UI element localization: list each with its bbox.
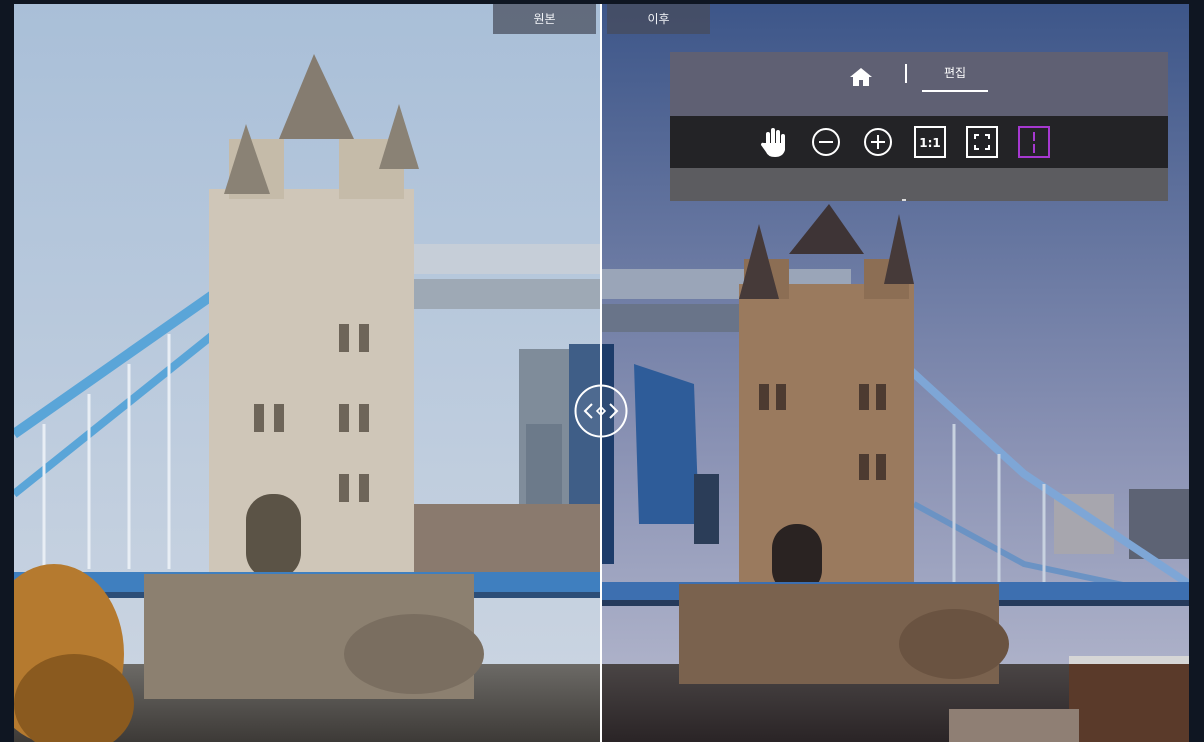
split-view-button[interactable] xyxy=(1017,125,1051,159)
after-label: 이후 xyxy=(607,4,710,34)
tab-edit[interactable]: 편집 xyxy=(922,62,988,92)
nav-divider xyxy=(905,64,907,83)
zoom-in-button[interactable] xyxy=(861,125,895,159)
actual-size-button[interactable]: 1:1 xyxy=(913,125,947,159)
one-to-one-icon: 1:1 xyxy=(914,126,946,158)
panel-footer xyxy=(670,168,1168,201)
tab-active-indicator xyxy=(922,90,988,92)
home-icon xyxy=(850,68,872,86)
original-label: 원본 xyxy=(493,4,596,34)
actual-size-text: 1:1 xyxy=(919,136,941,150)
fit-to-screen-button[interactable] xyxy=(965,125,999,159)
view-toolbar: 1:1 xyxy=(670,116,1168,168)
home-button[interactable] xyxy=(848,66,874,88)
tab-edit-label: 편집 xyxy=(943,66,967,80)
split-view-icon xyxy=(1018,126,1050,158)
plus-circle-icon xyxy=(864,128,892,156)
split-handle-arrows-icon xyxy=(574,384,628,438)
split-handle[interactable] xyxy=(573,383,629,439)
minus-circle-icon xyxy=(812,128,840,156)
hand-tool-button[interactable] xyxy=(757,125,791,159)
zoom-out-button[interactable] xyxy=(809,125,843,159)
panel-nav: 편집 xyxy=(670,52,1168,116)
hand-icon xyxy=(761,128,785,157)
footer-indicator xyxy=(902,199,906,201)
editor-panel: 편집 1:1 xyxy=(670,52,1168,201)
fit-frame-icon xyxy=(966,126,998,158)
